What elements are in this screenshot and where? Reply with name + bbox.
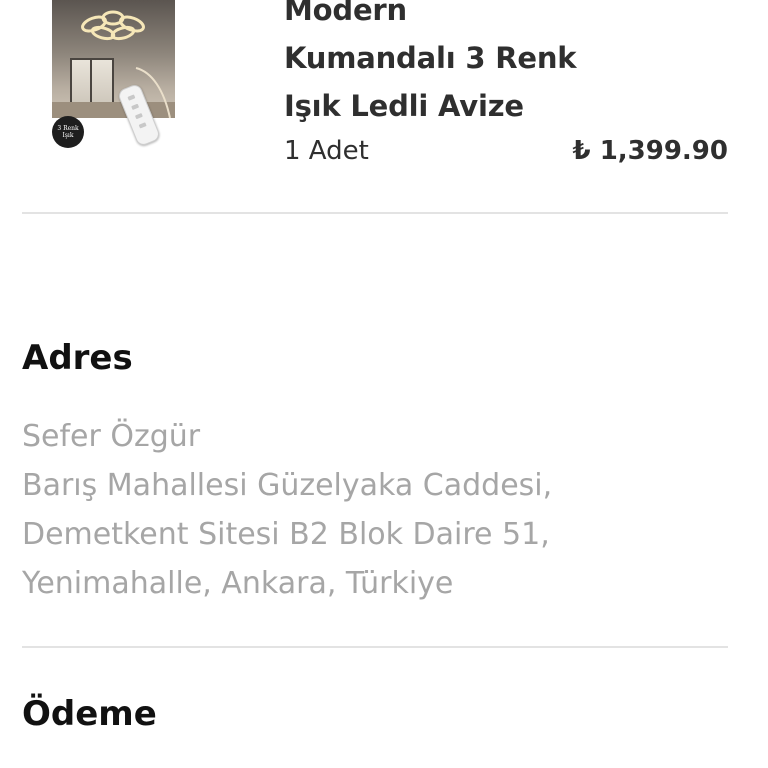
product-title-line: Işık Ledli Avize	[284, 89, 524, 123]
payment-heading: Ödeme	[22, 694, 157, 734]
divider	[22, 646, 728, 648]
order-item[interactable]: 3 Renk Işık Modern Kumandalı 3 Renk Işık…	[0, 0, 768, 215]
address-line: Barış Mahallesi Güzelyaka Caddesi,	[22, 468, 553, 503]
address-line: Demetkent Sitesi B2 Blok Daire 51,	[22, 517, 550, 552]
color-badge: 3 Renk Işık	[52, 116, 84, 148]
floor-lamp-icon	[135, 67, 171, 118]
product-title-line: Kumandalı 3 Renk	[284, 41, 577, 75]
product-image[interactable]	[52, 0, 175, 118]
address-line: Yenimahalle, Ankara, Türkiye	[22, 566, 454, 601]
product-title-line: Modern	[284, 0, 407, 27]
address-block: Sefer Özgür Barış Mahallesi Güzelyaka Ca…	[22, 412, 552, 608]
address-line: Sefer Özgür	[22, 419, 201, 454]
product-price: ₺ 1,399.90	[572, 136, 728, 166]
product-quantity: 1 Adet	[284, 136, 369, 166]
product-title[interactable]: Modern Kumandalı 3 Renk Işık Ledli Avize	[284, 0, 684, 130]
address-heading: Adres	[22, 338, 133, 378]
divider	[22, 212, 728, 214]
